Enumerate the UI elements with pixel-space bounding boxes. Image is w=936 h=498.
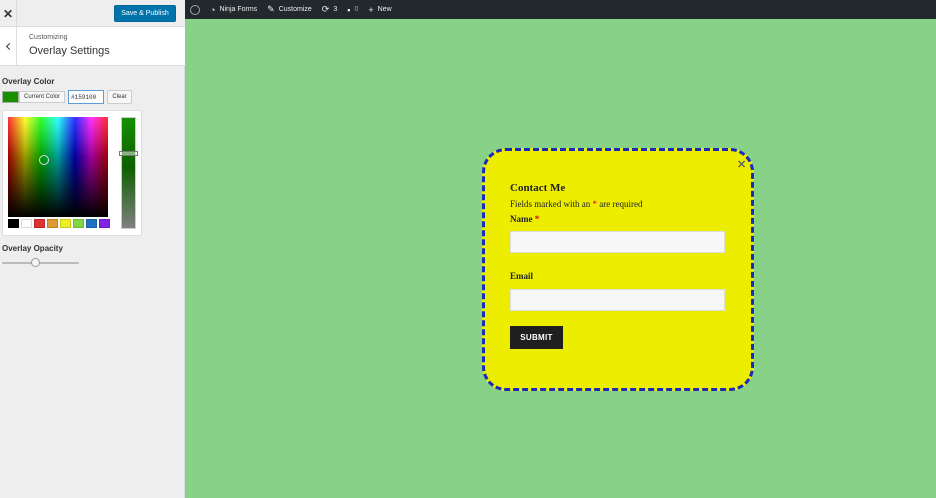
overlay-opacity-label: Overlay Opacity <box>2 244 63 253</box>
breadcrumb: Customizing <box>29 34 68 41</box>
email-field[interactable] <box>510 289 725 311</box>
color-palette <box>8 219 110 228</box>
clear-color-button[interactable]: Clear <box>107 90 132 104</box>
overlay-color-label: Overlay Color <box>2 77 55 86</box>
wordpress-logo-icon[interactable] <box>190 4 200 15</box>
color-picker <box>2 110 142 236</box>
form-title: Contact Me <box>510 182 566 194</box>
hex-color-input[interactable] <box>68 90 104 104</box>
name-field[interactable] <box>510 231 725 253</box>
admin-bar: ◔ Ninja Forms ✎ Customize ⟳ 3 ▪ 0 + New <box>185 0 936 19</box>
customizer-header-bar: ✕ Save & Publish <box>0 0 185 27</box>
dashboard-icon: ◔ <box>210 4 216 15</box>
comments-count: 0 <box>354 6 359 13</box>
palette-swatch[interactable] <box>86 219 97 228</box>
plus-icon: + <box>368 4 374 15</box>
updates-icon: ⟳ <box>321 4 330 14</box>
palette-swatch[interactable] <box>99 219 110 228</box>
customize-label: Customize <box>278 6 312 13</box>
required-note-text: Fields marked with an <box>510 199 593 209</box>
new-label: New <box>377 6 392 13</box>
current-color-button[interactable]: Current Color <box>19 91 65 103</box>
palette-swatch[interactable] <box>47 219 58 228</box>
color-spectrum[interactable] <box>8 117 108 217</box>
color-swatch[interactable] <box>2 91 19 103</box>
name-label: Name * <box>510 214 539 224</box>
back-button[interactable] <box>0 27 17 66</box>
required-note: Fields marked with an * are required <box>510 199 642 209</box>
comment-icon: ▪ <box>347 4 351 15</box>
customizer-sidebar: ✕ Save & Publish Customizing Overlay Set… <box>0 0 185 498</box>
site-name-link[interactable]: ◔ Ninja Forms <box>210 5 257 15</box>
updates-count: 3 <box>333 6 338 13</box>
palette-swatch[interactable] <box>73 219 84 228</box>
hue-slider[interactable] <box>119 117 138 229</box>
chevron-left-icon <box>5 42 13 51</box>
palette-swatch[interactable] <box>8 219 19 228</box>
palette-swatch[interactable] <box>34 219 45 228</box>
palette-swatch[interactable] <box>21 219 32 228</box>
opacity-slider-track[interactable] <box>2 262 79 264</box>
brush-icon: ✎ <box>267 4 275 14</box>
comments-link[interactable]: ▪ 0 <box>347 5 358 15</box>
required-note-text-end: are required <box>597 199 643 209</box>
required-star: * <box>534 214 540 224</box>
submit-button[interactable]: SUBMIT <box>510 326 563 349</box>
palette-swatch[interactable] <box>60 219 71 228</box>
hue-slider-handle[interactable] <box>119 151 138 156</box>
section-title: Overlay Settings <box>29 45 110 57</box>
name-label-text: Name <box>510 214 535 224</box>
site-name: Ninja Forms <box>219 6 258 13</box>
customize-link[interactable]: ✎ Customize <box>267 4 312 15</box>
spectrum-handle[interactable] <box>39 155 49 165</box>
opacity-slider-thumb[interactable] <box>30 258 40 267</box>
save-publish-button[interactable]: Save & Publish <box>114 5 176 22</box>
section-header: Customizing Overlay Settings <box>0 27 185 66</box>
close-icon[interactable]: ✕ <box>737 158 746 171</box>
close-icon[interactable]: ✕ <box>0 0 17 27</box>
new-content-link[interactable]: + New <box>368 5 391 15</box>
email-label: Email <box>510 271 534 281</box>
updates-link[interactable]: ⟳ 3 <box>322 4 337 15</box>
contact-form-popup: ✕ Contact Me Fields marked with an * are… <box>482 148 754 391</box>
